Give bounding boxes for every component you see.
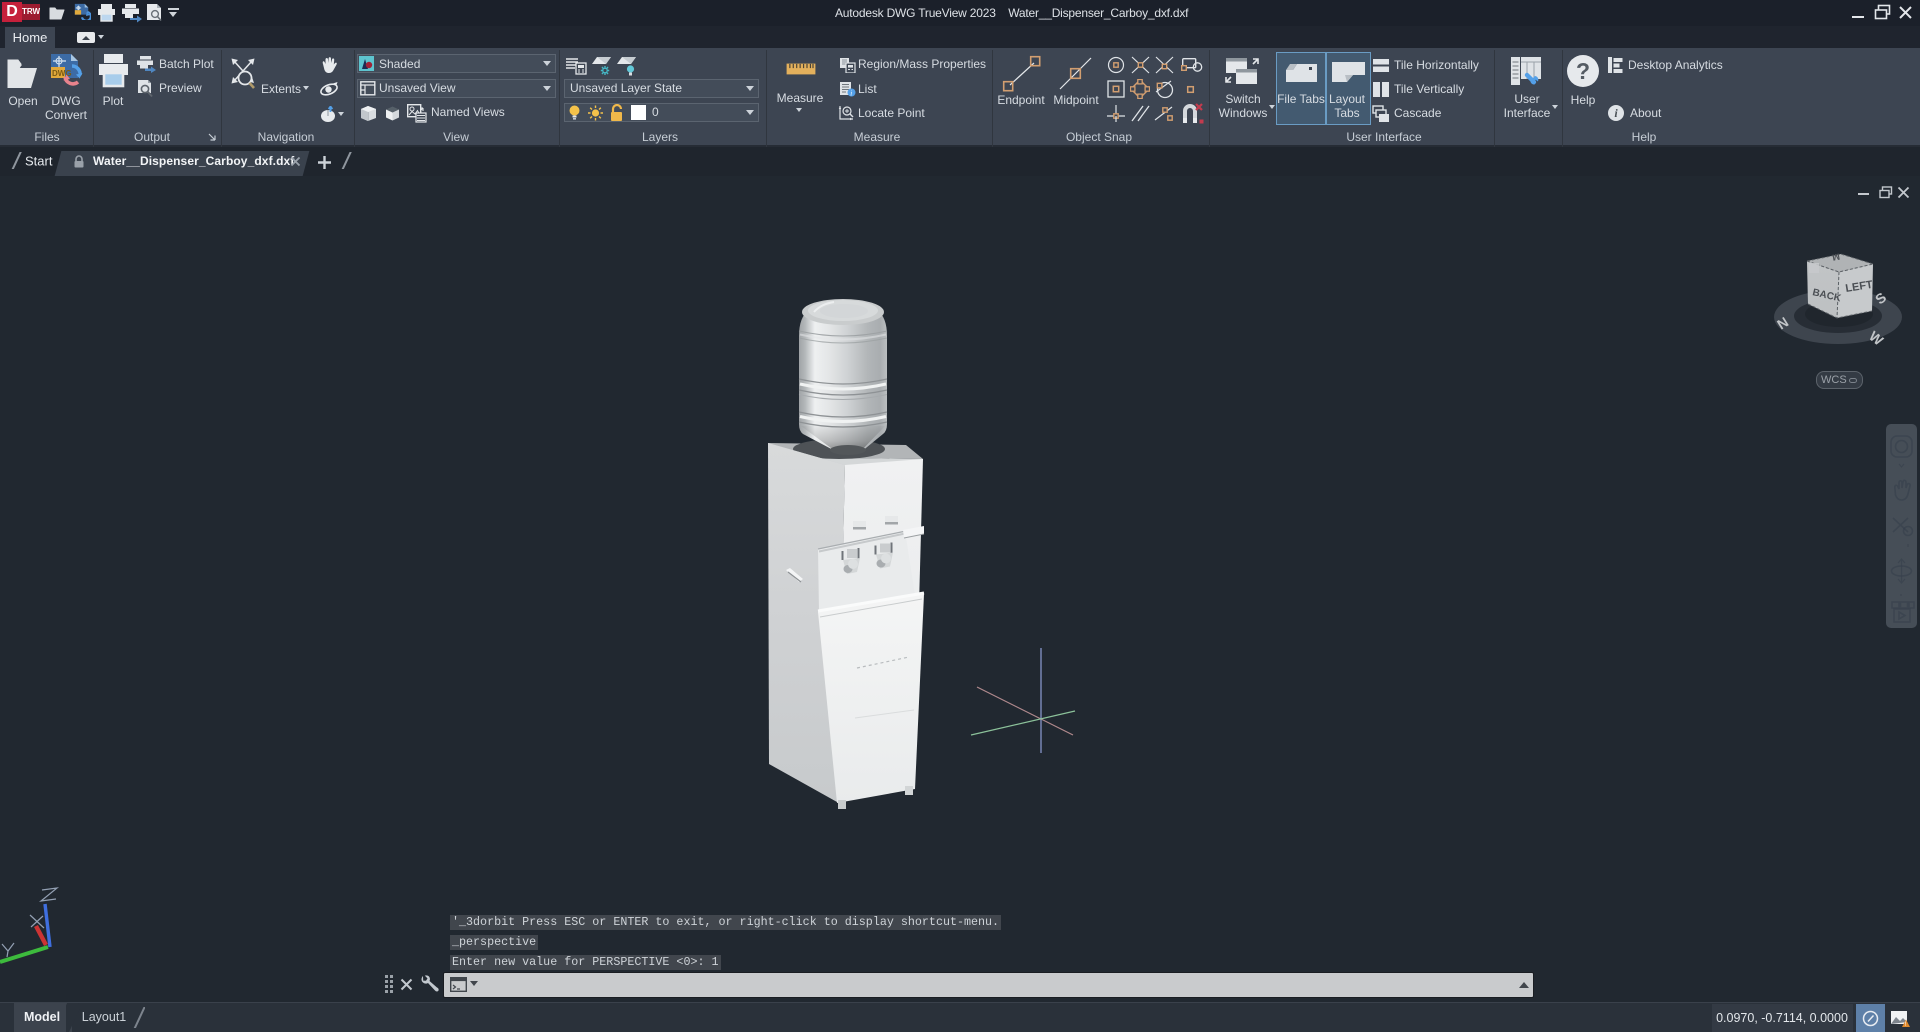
svg-text:i: i [850, 89, 852, 97]
svg-text:DWG: DWG [52, 69, 72, 78]
